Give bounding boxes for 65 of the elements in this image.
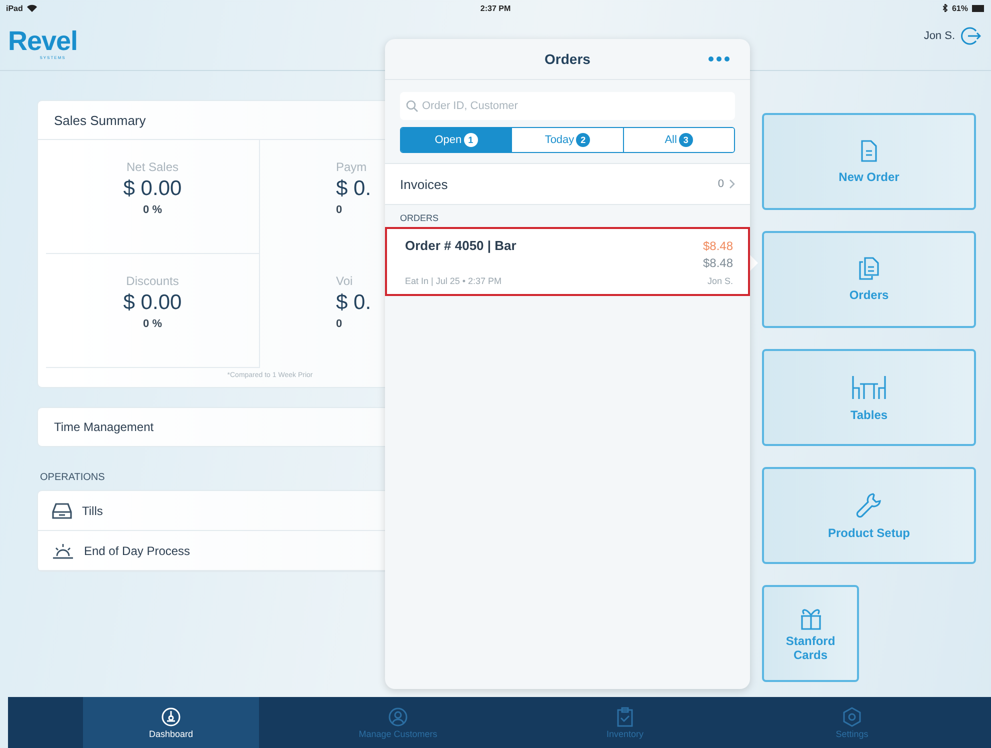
clock: 2:37 PM xyxy=(480,4,511,12)
bluetooth-icon xyxy=(942,4,948,12)
count-badge: 1 xyxy=(464,133,478,147)
dashboard-tile[interactable]: Tables xyxy=(762,349,976,446)
metric-change: 0 % xyxy=(143,204,162,216)
dashboard-tile[interactable]: Stanford Cards xyxy=(762,585,859,682)
count-badge: 3 xyxy=(678,133,693,147)
order-row[interactable]: Order # 4050 | Bar $8.48 $8.48 Eat In | Jul 25 • 2:37 PM Jon S. xyxy=(385,227,750,296)
count-badge: 2 xyxy=(576,133,590,147)
order-details: Eat In | Jul 25 • 2:37 PM xyxy=(405,276,502,286)
order-balance: $8.48 xyxy=(702,256,733,270)
metric-value: $ 0.00 xyxy=(123,177,182,201)
filter-tab[interactable]: Open 1 xyxy=(401,128,512,152)
metric-change: 0 xyxy=(336,204,342,216)
person-icon xyxy=(388,706,408,726)
gauge-icon xyxy=(161,706,181,726)
device-name: iPad xyxy=(6,4,23,12)
metric-label: Voi xyxy=(336,274,353,288)
battery-percent: 61% xyxy=(952,4,968,12)
metric-value: $ 0. xyxy=(336,291,372,315)
filter-label: Open xyxy=(434,134,462,146)
cash-drawer-icon xyxy=(52,502,72,520)
chevron-icon xyxy=(729,179,735,189)
filter-label: All xyxy=(664,134,677,146)
nav-tab[interactable]: Inventory xyxy=(537,697,713,748)
order-title: Order # 4050 | Bar xyxy=(405,238,516,253)
user-name[interactable]: Jon S. xyxy=(924,30,955,42)
nav-tab[interactable]: Dashboard xyxy=(83,697,259,748)
metric-change: 0 xyxy=(336,318,342,330)
metric-value: $ 0. xyxy=(336,177,372,201)
metric-change: 0 % xyxy=(143,318,162,330)
wifi-icon xyxy=(26,4,37,12)
section-heading: OPERATIONS xyxy=(40,472,105,483)
wrench-icon xyxy=(856,492,882,518)
card-title: Sales Summary xyxy=(54,112,146,128)
logout-icon[interactable] xyxy=(961,26,981,46)
invoice-count: 0 xyxy=(718,178,724,190)
dashboard-tile[interactable]: Product Setup xyxy=(762,467,976,564)
metric-label: Net Sales xyxy=(126,160,179,174)
clipboard-icon xyxy=(617,706,633,726)
dashboard-tile[interactable]: New Order xyxy=(762,113,976,210)
documents-icon xyxy=(859,257,879,280)
battery-icon xyxy=(972,4,985,12)
nav-tab[interactable]: Manage Customers xyxy=(310,697,486,748)
metric-label: Paym xyxy=(336,160,367,174)
order-total: $8.48 xyxy=(702,238,733,252)
nav-tab[interactable]: Settings xyxy=(764,697,940,748)
settings-icon xyxy=(842,706,862,726)
popover-title: Orders xyxy=(544,51,590,67)
invoices-row[interactable]: Invoices 0 xyxy=(385,163,750,205)
section-heading: ORDERS xyxy=(400,213,439,223)
filter-label: Today xyxy=(544,134,574,146)
metric-label: Discounts xyxy=(126,274,179,288)
filter-tab[interactable]: Today 2 xyxy=(511,128,623,152)
metric-value: $ 0.00 xyxy=(123,291,182,315)
search-field[interactable]: Order ID, Customer xyxy=(400,92,735,120)
more-icon[interactable] xyxy=(708,56,730,62)
order-employee: Jon S. xyxy=(707,276,733,286)
logo: Revel xyxy=(8,26,78,54)
orders-tile[interactable]: Orders xyxy=(762,231,976,328)
invoices-label: Invoices xyxy=(400,176,448,192)
table-icon xyxy=(851,374,887,400)
document-icon xyxy=(860,140,878,162)
sunset-icon xyxy=(52,542,74,558)
filter-tab[interactable]: All 3 xyxy=(622,128,734,152)
